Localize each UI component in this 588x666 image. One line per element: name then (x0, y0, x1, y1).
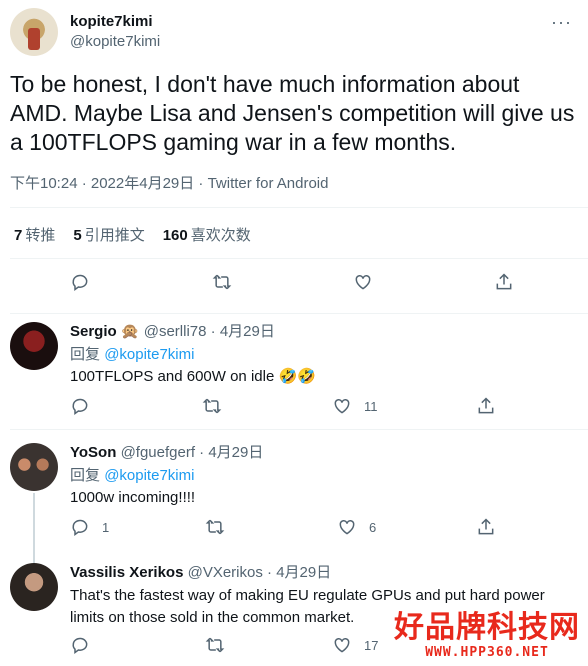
author-display-name[interactable]: kopite7kimi (70, 12, 160, 32)
reply-icon (72, 398, 88, 415)
heart-icon (334, 398, 350, 414)
reply-date[interactable]: 4月29日 (276, 564, 331, 581)
reply-header: Vassilis Xerikos @VXerikos · 4月29日 (70, 564, 332, 581)
reply-display-name[interactable]: Sergio (70, 323, 117, 340)
retweet-button[interactable] (205, 635, 225, 655)
like-button[interactable] (353, 272, 373, 292)
watermark-title: 好品牌科技网 (394, 610, 580, 645)
monkey-emoji-icon: 🙊 (120, 323, 140, 340)
avatar[interactable] (10, 563, 58, 611)
reply-button[interactable] (70, 635, 90, 655)
site-watermark: 好品牌科技网 WWW.HPP360.NET (394, 610, 580, 661)
reply-icon (72, 519, 88, 536)
reply-count: 1 (102, 519, 110, 535)
avatar[interactable] (10, 8, 58, 56)
like-count: 17 (364, 637, 379, 653)
reply-button[interactable] (70, 396, 90, 416)
main-action-bar (0, 272, 588, 302)
reply-header: YoSon @fguefgerf · 4月29日 (70, 444, 264, 461)
reply-button[interactable]: 1 (70, 517, 109, 537)
retweet-button[interactable] (205, 517, 225, 537)
avatar[interactable] (10, 322, 58, 370)
main-author[interactable]: kopite7kimi @kopite7kimi (10, 8, 160, 56)
share-button[interactable] (494, 272, 514, 292)
reply-text: 1000w incoming!!!! (70, 489, 196, 506)
reply-header: Sergio 🙊 @serlli78 · 4月29日 (70, 323, 275, 340)
more-dots-icon[interactable]: ··· (551, 12, 572, 33)
share-icon (496, 273, 512, 290)
reply-handle[interactable]: @VXerikos (188, 564, 263, 581)
like-button[interactable]: 6 (337, 517, 376, 537)
reply-context: 回复 @kopite7kimi (70, 346, 195, 363)
reply-date[interactable]: 4月29日 (208, 444, 263, 461)
reply-text: 100TFLOPS and 600W on idle 🤣🤣 (70, 368, 316, 385)
author-handle[interactable]: @kopite7kimi (70, 32, 160, 52)
reply-date[interactable]: 4月29日 (220, 323, 275, 340)
reply-tweet[interactable]: Sergio 🙊 @serlli78 · 4月29日 回复 @kopite7ki… (0, 314, 588, 430)
reply-icon (72, 274, 88, 291)
like-button[interactable]: 11 (332, 396, 378, 416)
retweet-icon (205, 519, 225, 535)
retweet-button[interactable] (212, 272, 232, 292)
heart-icon (339, 519, 355, 535)
reply-tweet[interactable]: YoSon @fguefgerf · 4月29日 回复 @kopite7kimi… (0, 431, 588, 565)
reply-context: 回复 @kopite7kimi (70, 467, 195, 484)
reply-button[interactable] (70, 272, 90, 292)
tweet-meta[interactable]: 下午10:24 · 2022年4月29日 · Twitter for Andro… (10, 172, 328, 193)
reply-handle[interactable]: @serlli78 (144, 323, 207, 340)
heart-icon (355, 274, 371, 290)
tweet-text: To be honest, I don't have much informat… (10, 71, 575, 155)
like-count: 11 (364, 398, 378, 414)
reply-action-bar: 1 6 (0, 517, 588, 547)
tweet-stats: 7 转推 5 引用推文 160 喜欢次数 (14, 224, 251, 245)
reply-display-name[interactable]: Vassilis Xerikos (70, 564, 183, 581)
retweet-icon (212, 274, 232, 290)
share-icon (478, 518, 494, 535)
reply-handle[interactable]: @fguefgerf (121, 444, 195, 461)
mention-link[interactable]: @kopite7kimi (104, 346, 194, 363)
share-button[interactable] (476, 517, 496, 537)
reply-display-name[interactable]: YoSon (70, 444, 116, 461)
divider (10, 429, 588, 430)
like-count: 6 (369, 519, 377, 535)
retweet-icon (202, 398, 222, 414)
avatar[interactable] (10, 443, 58, 491)
mention-link[interactable]: @kopite7kimi (104, 467, 194, 484)
likes-stat[interactable]: 160 喜欢次数 (163, 224, 251, 245)
divider (10, 207, 588, 208)
share-icon (478, 397, 494, 414)
watermark-url: WWW.HPP360.NET (425, 645, 549, 660)
retweet-button[interactable] (202, 396, 222, 416)
heart-icon (334, 637, 350, 653)
reply-action-bar: 11 (0, 396, 588, 426)
reply-icon (72, 637, 88, 654)
divider (10, 258, 588, 259)
like-button[interactable]: 17 (332, 635, 378, 655)
retweets-stat[interactable]: 7 转推 (14, 224, 55, 245)
share-button[interactable] (476, 396, 496, 416)
retweet-icon (205, 637, 225, 653)
quotes-stat[interactable]: 5 引用推文 (73, 224, 144, 245)
